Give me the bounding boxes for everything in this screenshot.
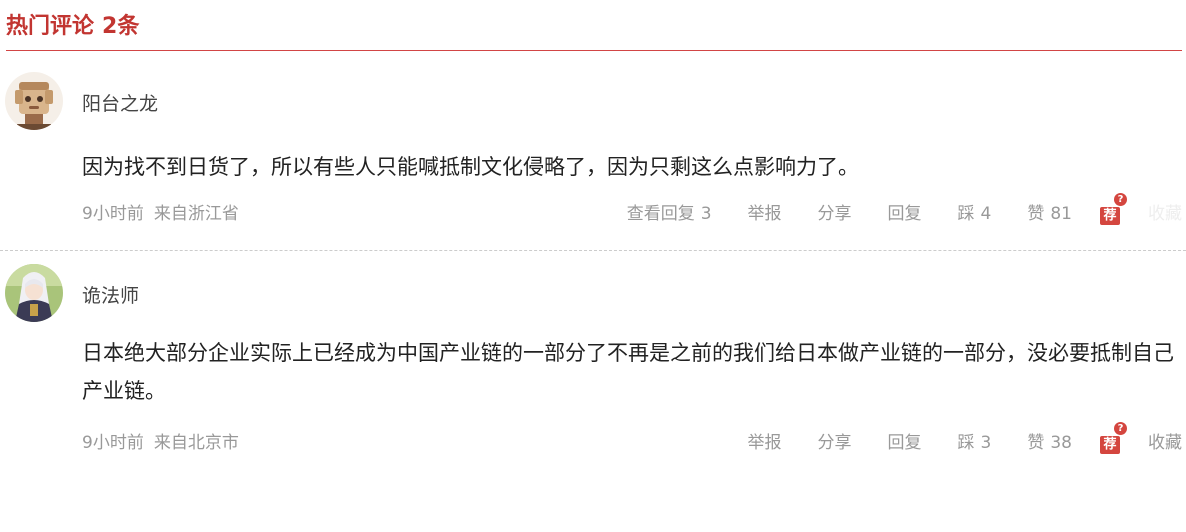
comment-actions: 查看回复 3 举报 分享 回复 踩4 赞 81 荐 ? 收藏 bbox=[591, 193, 1182, 229]
like-button[interactable]: 赞 38 bbox=[1027, 431, 1072, 455]
hot-comments-title-text: 热门评论 bbox=[6, 14, 95, 39]
favorite-button[interactable]: 收藏 bbox=[1148, 431, 1182, 455]
comment-item: 诡法师 日本绝大部分企业实际上已经成为中国产业链的一部分了不再是之前的我们给日本… bbox=[0, 264, 1186, 464]
reply-button[interactable]: 回复 bbox=[888, 202, 922, 226]
favorite-button[interactable]: 收藏 bbox=[1148, 202, 1182, 226]
like-count: 81 bbox=[1050, 204, 1072, 224]
recommend-button[interactable]: 荐 ? bbox=[1100, 193, 1127, 225]
like-count: 38 bbox=[1050, 433, 1072, 453]
comment-content: 日本绝大部分企业实际上已经成为中国产业链的一部分了不再是之前的我们给日本做产业链… bbox=[82, 341, 1174, 403]
comment-location: 来自北京市 bbox=[153, 433, 239, 453]
dislike-count: 4 bbox=[980, 204, 992, 224]
hot-comments-header: 热门评论 2条 bbox=[6, 12, 1182, 51]
share-button[interactable]: 分享 bbox=[818, 431, 852, 455]
like-label: 赞 bbox=[1027, 204, 1045, 224]
hot-comments-title: 热门评论 2条 bbox=[6, 12, 139, 42]
dislike-count: 3 bbox=[980, 433, 992, 453]
dislike-button[interactable]: 踩4 bbox=[958, 202, 992, 226]
comment-time: 9小时前 bbox=[82, 433, 144, 453]
comment-meta: 9小时前 来自浙江省 bbox=[82, 202, 239, 226]
view-replies-button[interactable]: 查看回复 3 bbox=[627, 202, 712, 226]
report-button[interactable]: 举报 bbox=[748, 202, 782, 226]
recommend-icon: 荐 bbox=[1100, 436, 1120, 454]
comment-time: 9小时前 bbox=[82, 204, 144, 224]
comment-location: 来自浙江省 bbox=[153, 204, 239, 224]
avatar[interactable] bbox=[5, 72, 63, 130]
avatar-image-icon bbox=[5, 264, 63, 322]
comment-item: 阳台之龙 因为找不到日货了，所以有些人只能喊抵制文化侵略了，因为只剩这么点影响力… bbox=[0, 72, 1186, 251]
reply-button[interactable]: 回复 bbox=[888, 431, 922, 455]
dislike-button[interactable]: 踩3 bbox=[958, 431, 992, 455]
comment-meta: 9小时前 来自北京市 bbox=[82, 431, 239, 455]
like-label: 赞 bbox=[1027, 433, 1045, 453]
dislike-label: 踩 bbox=[957, 204, 975, 224]
avatar-image-icon bbox=[5, 72, 63, 130]
comment-actions: 举报 分享 回复 踩3 赞 38 荐 ? 收藏 bbox=[712, 422, 1182, 458]
report-button[interactable]: 举报 bbox=[748, 431, 782, 455]
comment-username[interactable]: 诡法师 bbox=[82, 284, 139, 308]
question-badge-icon: ? bbox=[1114, 422, 1127, 435]
question-badge-icon: ? bbox=[1114, 193, 1127, 206]
recommend-button[interactable]: 荐 ? bbox=[1100, 422, 1127, 454]
recommend-icon: 荐 bbox=[1100, 207, 1120, 225]
share-button[interactable]: 分享 bbox=[818, 202, 852, 226]
comment-content: 因为找不到日货了，所以有些人只能喊抵制文化侵略了，因为只剩这么点影响力了。 bbox=[82, 155, 859, 179]
view-replies-label: 查看回复 bbox=[626, 204, 695, 224]
like-button[interactable]: 赞 81 bbox=[1027, 202, 1072, 226]
dislike-label: 踩 bbox=[957, 433, 975, 453]
comment-username[interactable]: 阳台之龙 bbox=[82, 92, 158, 116]
reply-count: 3 bbox=[700, 204, 712, 224]
avatar[interactable] bbox=[5, 264, 63, 322]
hot-comments-count: 2条 bbox=[102, 14, 140, 39]
